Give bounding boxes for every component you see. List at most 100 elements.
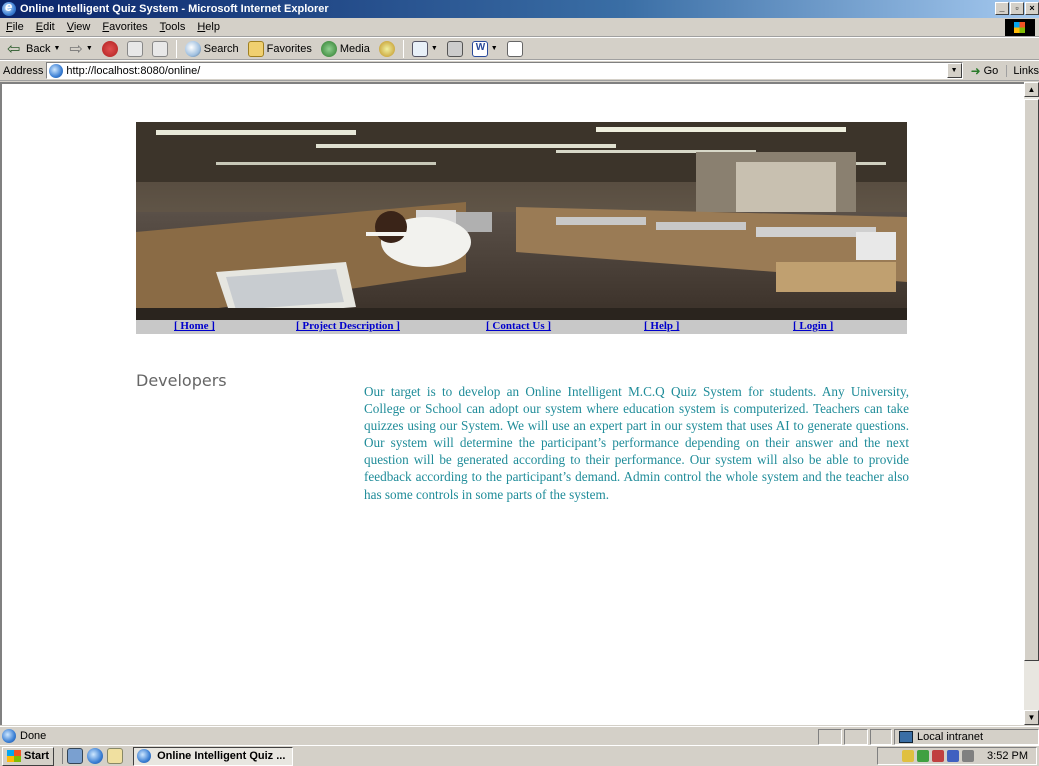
home-button[interactable]	[149, 39, 171, 59]
print-button[interactable]	[444, 39, 466, 59]
edit-page-icon	[506, 40, 523, 57]
title-bar: Online Intelligent Quiz System - Microso…	[0, 0, 1039, 18]
window-title: Online Intelligent Quiz System - Microso…	[20, 3, 329, 15]
task-label: Online Intelligent Quiz ...	[157, 750, 286, 762]
page-done-icon	[2, 729, 16, 743]
print-icon	[446, 40, 463, 57]
start-label: Start	[24, 750, 50, 762]
toolbar-separator	[402, 39, 404, 58]
start-button[interactable]: Start	[2, 746, 55, 766]
security-zone: Local intranet	[894, 729, 1039, 745]
refresh-button[interactable]	[124, 39, 146, 59]
intranet-icon	[899, 731, 913, 743]
menu-edit[interactable]: Edit	[30, 21, 61, 33]
status-text: Done	[20, 730, 47, 742]
nav-project-description-link[interactable]: [ Project Description ]	[296, 320, 400, 332]
windows-flag-icon	[7, 750, 21, 762]
forward-dropdown-icon[interactable]: ▼	[86, 45, 93, 52]
menu-file[interactable]: File	[0, 21, 30, 33]
history-icon	[378, 40, 395, 57]
media-label: Media	[339, 42, 370, 55]
word-dropdown-icon[interactable]: ▼	[491, 45, 498, 52]
back-label: Back	[26, 42, 51, 55]
clock[interactable]: 3:52 PM	[987, 750, 1028, 762]
mail-dropdown-icon[interactable]: ▼	[431, 45, 438, 52]
nav-contact-us-link[interactable]: [ Contact Us ]	[486, 320, 551, 332]
links-button[interactable]: Links	[1006, 64, 1039, 77]
nav-login-link[interactable]: [ Login ]	[793, 320, 833, 332]
ie-task-icon	[137, 749, 152, 763]
history-button[interactable]	[376, 39, 398, 59]
menu-favorites[interactable]: Favorites	[96, 21, 153, 33]
menu-tools[interactable]: Tools	[154, 21, 192, 33]
mail-button[interactable]: ▼	[409, 39, 441, 59]
menu-bar: File Edit View Favorites Tools Help	[0, 18, 1039, 37]
tray-icon[interactable]	[932, 750, 945, 762]
forward-arrow-icon	[69, 39, 82, 59]
vertical-scrollbar[interactable]: ▲ ▼	[1024, 82, 1039, 725]
media-button[interactable]: Media	[318, 39, 373, 59]
zone-label: Local intranet	[917, 731, 984, 743]
status-bar: Done Local intranet	[0, 726, 1039, 745]
minimize-button[interactable]: _	[995, 2, 1009, 15]
go-arrow-icon: ➜	[970, 63, 981, 78]
taskbar: Start Online Intelligent Quiz ... 3:52 P…	[0, 745, 1039, 766]
tray-icon[interactable]	[902, 750, 915, 762]
taskbar-ie-window[interactable]: Online Intelligent Quiz ...	[133, 746, 294, 766]
outlook-express-icon[interactable]	[107, 748, 124, 764]
status-pane	[844, 729, 868, 745]
menu-help[interactable]: Help	[191, 21, 226, 33]
developers-heading: Developers	[136, 371, 227, 390]
toolbar-separator	[175, 39, 177, 58]
favorites-label: Favorites	[266, 42, 312, 55]
window-controls: _ ▫ ×	[995, 2, 1039, 15]
edit-button[interactable]	[504, 39, 526, 59]
back-dropdown-icon[interactable]: ▼	[53, 45, 60, 52]
site-nav: [ Home ] [ Project Description ] [ Conta…	[136, 320, 907, 334]
home-icon	[151, 40, 168, 57]
quick-launch	[62, 748, 124, 764]
refresh-icon	[126, 40, 143, 57]
address-dropdown-icon[interactable]: ▼	[946, 63, 962, 78]
computer-lab-photo	[136, 122, 907, 320]
restore-button[interactable]: ▫	[1010, 2, 1024, 15]
scroll-down-icon[interactable]: ▼	[1024, 710, 1039, 725]
favorites-button[interactable]: Favorites	[245, 39, 315, 59]
stop-icon	[101, 40, 118, 57]
banner-image	[136, 122, 907, 320]
search-button[interactable]: Search	[182, 39, 242, 59]
mail-icon	[411, 40, 428, 57]
back-button[interactable]: Back ▼	[4, 39, 63, 59]
stop-button[interactable]	[99, 39, 121, 59]
back-arrow-icon	[7, 39, 23, 59]
windows-logo-icon	[1005, 19, 1035, 36]
tray-icon[interactable]	[947, 750, 960, 762]
address-url: http://localhost:8080/online/	[66, 64, 201, 77]
scroll-up-icon[interactable]: ▲	[1024, 82, 1039, 97]
menu-view[interactable]: View	[61, 21, 97, 33]
go-label: Go	[983, 64, 999, 77]
address-input[interactable]: http://localhost:8080/online/ ▼	[46, 62, 963, 79]
scroll-thumb[interactable]	[1024, 99, 1039, 661]
internet-explorer-icon[interactable]	[87, 748, 104, 764]
address-bar: Address http://localhost:8080/online/ ▼ …	[0, 60, 1039, 81]
forward-button[interactable]: ▼	[66, 39, 95, 59]
word-button[interactable]: ▼	[469, 39, 501, 59]
close-button[interactable]: ×	[1025, 2, 1039, 15]
page-content: [ Home ] [ Project Description ] [ Conta…	[0, 82, 1024, 725]
go-button[interactable]: ➜ Go	[971, 64, 999, 78]
tray-icon[interactable]	[917, 750, 930, 762]
toolbar: Back ▼ ▼ Search Favorites Media ▼ ▼	[0, 37, 1039, 60]
show-desktop-icon[interactable]	[67, 748, 84, 764]
status-pane	[818, 729, 842, 745]
media-icon	[320, 40, 337, 57]
nav-home-link[interactable]: [ Home ]	[174, 320, 215, 332]
system-tray: 3:52 PM	[877, 747, 1037, 765]
search-icon	[184, 40, 201, 57]
volume-icon[interactable]	[962, 750, 975, 762]
address-label: Address	[3, 64, 44, 77]
favorites-icon	[247, 40, 264, 57]
ie-icon[interactable]	[2, 0, 16, 16]
project-description-text: Our target is to develop an Online Intel…	[364, 384, 909, 502]
nav-help-link[interactable]: [ Help ]	[644, 320, 679, 332]
